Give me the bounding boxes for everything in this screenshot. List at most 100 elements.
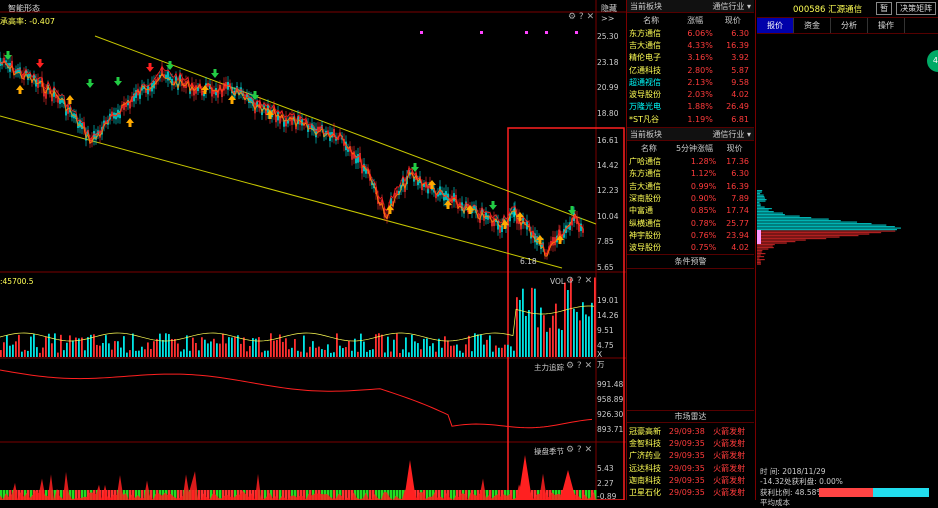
season-bar [399,490,402,500]
stock-change: 1.28% [671,155,719,167]
radar-row[interactable]: 冠豪高新 29/09:38 火箭发射 [627,425,751,437]
volume-bar [435,352,437,357]
volume-bar [213,339,215,357]
volume-bar [558,329,560,357]
radar-stock: 卫星石化 [627,486,667,498]
candle [580,224,582,231]
decision-matrix-button[interactable]: 决策矩阵 [896,2,936,15]
volume-bar [21,352,23,357]
buy-arrow [66,95,74,104]
price-tick: 23.18 [597,58,618,67]
volume-bar [81,338,83,357]
chart-subtitle: 承高率: -0.407 [0,16,55,27]
volume-bar [528,310,530,357]
table-row[interactable]: 波导股份 2.03% 4.02 [627,88,751,100]
stock-name: 中富通 [627,205,671,217]
alert-header[interactable]: 条件预警 [627,254,754,269]
table-row[interactable]: 吉大通信 4.33% 16.39 [627,39,751,51]
volume-bar [492,352,494,357]
volume-bar [399,353,401,357]
table-row[interactable]: 吉大通信 0.99% 16.39 [627,180,751,192]
table-row[interactable]: 精伦电子 3.16% 3.92 [627,52,751,64]
price-tick: 7.85 [597,237,614,246]
volume-bar [546,332,548,357]
vol-panel-icons[interactable]: ⚙ ? ✕ [566,276,592,286]
table-row[interactable]: 波导股份 0.75% 4.02 [627,241,751,253]
stock-change: 0.78% [671,217,719,229]
volume-bar [39,353,41,357]
chip-bar [757,201,765,202]
stock-price: 25.77 [718,217,751,229]
table-row[interactable]: 东方通信 1.12% 6.30 [627,168,751,180]
chip-bar [757,220,841,221]
volume-bar [411,335,413,357]
volume-bar [540,308,542,357]
tab-quote[interactable]: 报价 [757,18,794,33]
tab-analysis[interactable]: 分析 [831,18,868,33]
table-row[interactable]: 纵横通信 0.78% 25.77 [627,217,751,229]
radar-row[interactable]: 迦南科技 29/09:35 火箭发射 [627,474,751,486]
chart-settings-icons[interactable]: ⚙ ? ✕ [568,12,594,22]
table-row[interactable]: 亿通科技 2.80% 5.87 [627,64,751,76]
collapse-button[interactable]: 隐藏>> [601,3,626,23]
volume-bar [42,348,44,357]
volume-bar [249,346,251,357]
volume-bar [117,341,119,357]
volume-bar [132,334,134,357]
radar-row[interactable]: 金智科技 29/09:35 火箭发射 [627,437,751,449]
volume-bar [564,283,566,357]
chip-bar [757,237,840,238]
volume-bar [555,304,557,357]
kline-chart[interactable] [0,0,626,500]
candle [287,120,289,123]
volume-bar [360,334,362,357]
chip-bar [757,217,811,218]
chip-bar [757,262,761,263]
volume-bar [330,353,332,357]
price-tick: 25.30 [597,32,618,41]
table-row[interactable]: *ST凡谷 1.19% 6.81 [627,113,751,125]
table-row[interactable]: 东方通信 6.06% 6.30 [627,27,751,39]
table-row[interactable]: 广哈通信 1.28% 17.36 [627,155,751,167]
radar-event: 火箭发射 [711,474,751,486]
chip-bar [757,192,762,193]
main-force-panel-icons[interactable]: ⚙ ? ✕ [566,361,592,371]
pause-button[interactable]: 暂 [876,2,892,15]
radar-row[interactable]: 广济药业 29/09:35 火箭发射 [627,450,751,462]
radar-row[interactable]: 远达科技 29/09:35 火箭发射 [627,462,751,474]
volume-bar [345,347,347,357]
kline-chart-area[interactable]: 智能形态 承高率: -0.407 ⚙ ? ✕ 隐藏>> 25.30 23.18 … [0,0,626,500]
sector1-header[interactable]: 当前板块 通信行业 ▾ [627,0,754,13]
volume-bar [567,290,569,357]
sector2-header[interactable]: 当前板块 通信行业 ▾ [627,127,754,141]
volume-bar [33,334,35,357]
tab-funds[interactable]: 资金 [794,18,831,33]
volume-bar [426,338,428,357]
season-panel-icons[interactable]: ⚙ ? ✕ [566,445,592,455]
table-row[interactable]: 万隆光电 1.88% 26.49 [627,101,751,113]
chip-bar [757,204,761,205]
radar-row[interactable]: 卫星石化 29/09:35 火箭发射 [627,486,751,498]
volume-bar [498,348,500,357]
stock-price: 4.02 [718,241,751,253]
table-row[interactable]: 中富通 0.85% 17.74 [627,205,751,217]
volume-bar [99,346,101,357]
main-force-line [0,370,592,428]
tab-operation[interactable]: 操作 [868,18,905,33]
chip-bar [757,208,772,209]
volume-bar [423,339,425,357]
volume-bar [255,339,257,357]
sector2-dropdown[interactable]: 通信行业 ▾ [712,129,751,140]
volume-bar [594,277,596,357]
volume-bar [111,350,113,357]
candle [357,154,359,163]
volume-bar [441,348,443,357]
table-row[interactable]: 超通视信 2.13% 9.58 [627,76,751,88]
season-bar [198,490,201,500]
volume-bar [516,297,518,357]
stock-name: 亿通科技 [627,64,675,76]
table-row[interactable]: 神宇股份 0.76% 23.94 [627,229,751,241]
table-row[interactable]: 深南股份 0.90% 7.89 [627,192,751,204]
low-price-label: 6.18 [520,257,537,266]
sector1-dropdown[interactable]: 通信行业 ▾ [712,1,751,12]
